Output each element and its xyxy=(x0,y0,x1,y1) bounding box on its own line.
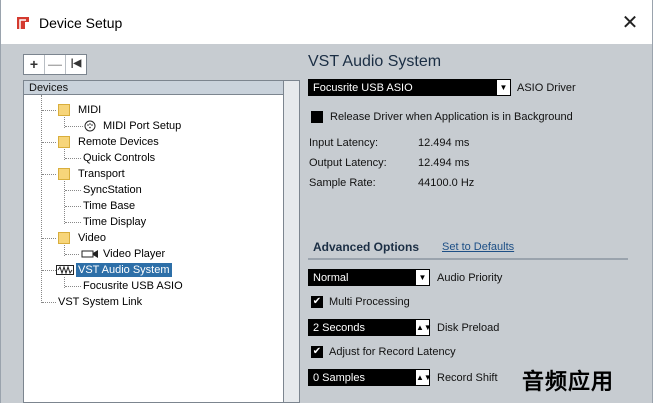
chevron-down-icon: ▼ xyxy=(496,80,510,95)
sample-rate-value: 44100.0 Hz xyxy=(418,177,475,189)
disk-preload-value: 2 Seconds xyxy=(313,322,365,334)
multi-processing-label: Multi Processing xyxy=(329,296,410,308)
record-shift-value: 0 Samples xyxy=(313,372,365,384)
multi-processing-checkbox[interactable]: ✔ xyxy=(311,296,323,308)
asio-driver-value: Focusrite USB ASIO xyxy=(313,82,413,94)
folder-icon xyxy=(58,232,70,244)
asio-driver-label: ASIO Driver xyxy=(517,82,576,94)
remove-device-button[interactable]: — xyxy=(45,55,66,74)
tree-item-video-player[interactable]: Video Player xyxy=(103,247,165,261)
release-driver-checkbox[interactable] xyxy=(311,111,323,123)
tree-item-remote-devices[interactable]: Remote Devices xyxy=(78,135,159,149)
cubase-logo-icon xyxy=(17,17,29,29)
stepper-arrows-icon: ▲▼ xyxy=(415,370,432,385)
tree-item-vst-system-link[interactable]: VST System Link xyxy=(58,295,142,309)
tree-item-syncstation[interactable]: SyncStation xyxy=(83,183,142,197)
advanced-options-title: Advanced Options xyxy=(313,240,420,254)
folder-icon xyxy=(58,136,70,148)
tree-item-time-display[interactable]: Time Display xyxy=(83,215,146,229)
audio-priority-select[interactable]: Normal ▼ xyxy=(308,269,430,286)
video-player-icon xyxy=(81,250,98,258)
audio-priority-label: Audio Priority xyxy=(437,272,503,284)
devices-tree-header: Devices xyxy=(23,80,284,94)
tree-item-midi-port-setup[interactable]: MIDI Port Setup xyxy=(103,119,181,133)
close-icon[interactable]: ✕ xyxy=(617,12,643,36)
record-shift-label: Record Shift xyxy=(437,372,498,384)
adjust-record-latency-checkbox[interactable]: ✔ xyxy=(311,346,323,358)
asio-driver-select[interactable]: Focusrite USB ASIO ▼ xyxy=(308,79,511,96)
record-shift-stepper[interactable]: 0 Samples ▲▼ xyxy=(308,369,432,386)
chevron-down-icon: ▼ xyxy=(415,270,429,285)
input-latency-label: Input Latency: xyxy=(309,137,379,149)
advanced-options-divider xyxy=(308,258,628,260)
tree-item-time-base[interactable]: Time Base xyxy=(83,199,135,213)
tree-item-quick-controls[interactable]: Quick Controls xyxy=(83,151,155,165)
window-title: Device Setup xyxy=(39,15,123,31)
stepper-arrows-icon: ▲▼ xyxy=(415,320,432,335)
tree-guide xyxy=(64,181,65,224)
vst-audio-system-title: VST Audio System xyxy=(308,53,442,70)
output-latency-value: 12.494 ms xyxy=(418,157,470,169)
audio-system-icon xyxy=(56,265,74,275)
reset-device-button[interactable]: |◀ xyxy=(66,55,86,74)
disk-preload-label: Disk Preload xyxy=(437,322,500,334)
adjust-record-latency-label: Adjust for Record Latency xyxy=(329,346,456,358)
add-device-button[interactable]: + xyxy=(24,55,45,74)
tree-guide xyxy=(41,95,42,303)
set-to-defaults-link[interactable]: Set to Defaults xyxy=(442,241,514,253)
output-latency-label: Output Latency: xyxy=(309,157,387,169)
tree-item-vst-audio-system[interactable]: VST Audio System xyxy=(76,263,172,277)
tree-item-transport[interactable]: Transport xyxy=(78,167,125,181)
sample-rate-label: Sample Rate: xyxy=(309,177,376,189)
tree-item-video[interactable]: Video xyxy=(78,231,106,245)
midi-port-icon xyxy=(84,120,96,132)
input-latency-value: 12.494 ms xyxy=(418,137,470,149)
watermark-text: 音频应用 xyxy=(522,369,615,394)
device-toolbar: + — |◀ xyxy=(23,54,87,75)
disk-preload-stepper[interactable]: 2 Seconds ▲▼ xyxy=(308,319,432,336)
folder-icon xyxy=(58,168,70,180)
tree-scrollbar[interactable] xyxy=(284,80,300,403)
folder-icon xyxy=(58,104,70,116)
tree-item-midi[interactable]: MIDI xyxy=(78,103,101,117)
tree-item-focusrite-usb-asio[interactable]: Focusrite USB ASIO xyxy=(83,279,183,293)
device-setup-window: Device Setup ✕ + — |◀ Devices MIDI MIDI … xyxy=(0,0,653,403)
audio-priority-value: Normal xyxy=(313,272,349,284)
title-bar: Device Setup ✕ xyxy=(1,0,652,44)
release-driver-label: Release Driver when Application is in Ba… xyxy=(330,111,573,123)
devices-tree: MIDI MIDI Port Setup Remote Devices Quic… xyxy=(23,94,284,403)
